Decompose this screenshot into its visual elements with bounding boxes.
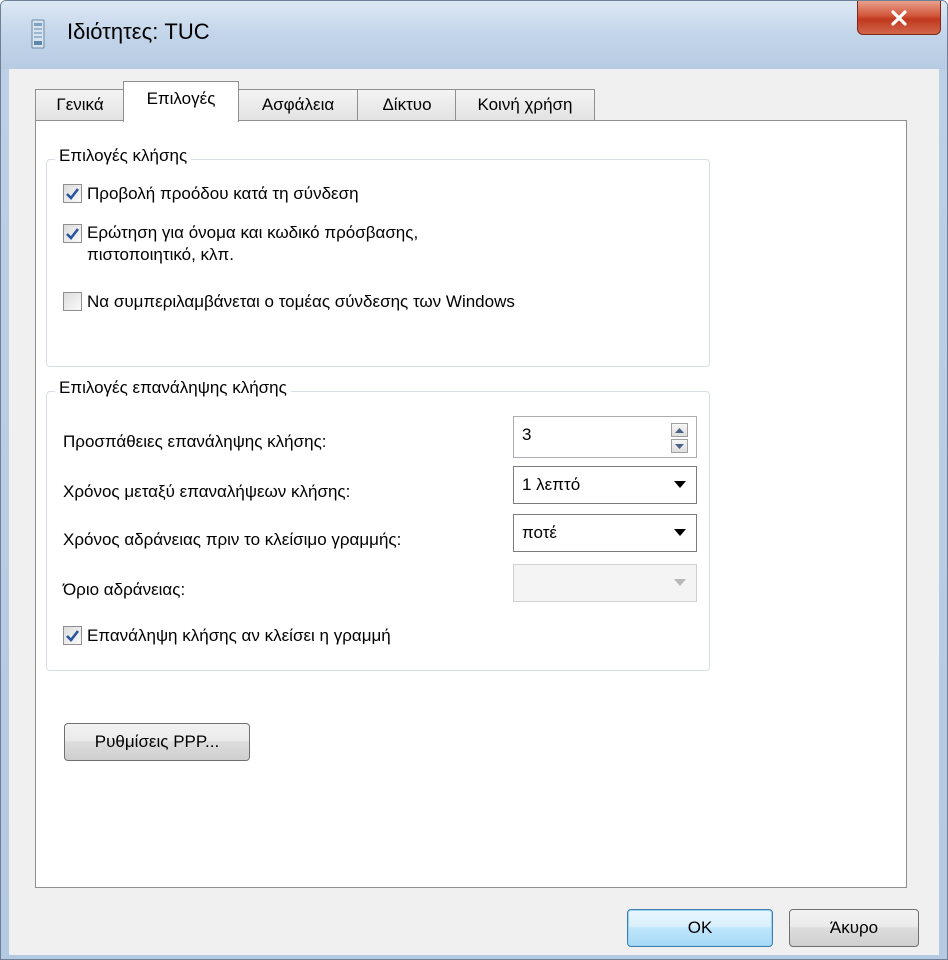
phone-connection-icon	[31, 19, 45, 49]
close-button[interactable]	[857, 1, 941, 35]
dialing-options-group: Επιλογές κλήσης Προβολή προόδου κατά τη …	[46, 146, 710, 367]
spinner-buttons	[671, 423, 688, 453]
idle-before-hangup-label: Χρόνος αδράνειας πριν το κλείσιμο γραμμή…	[63, 530, 402, 549]
redial-if-dropped-checkbox[interactable]	[63, 626, 82, 645]
tab-general[interactable]: Γενικά	[35, 89, 125, 121]
spinner-down-button[interactable]	[671, 439, 688, 453]
spinner-up-button[interactable]	[671, 423, 688, 437]
idle-threshold-label: Όριο αδράνειας:	[63, 580, 186, 599]
include-domain-row[interactable]: Να συμπεριλαμβάνεται ο τομέας σύνδεσης τ…	[63, 292, 515, 311]
include-domain-label: Να συμπεριλαμβάνεται ο τομέας σύνδεσης τ…	[87, 292, 515, 311]
show-progress-row[interactable]: Προβολή προόδου κατά τη σύνδεση	[63, 184, 359, 203]
show-progress-checkbox[interactable]	[63, 184, 82, 203]
tab-networking[interactable]: Δίκτυο	[357, 89, 457, 121]
ppp-settings-button[interactable]: Ρυθμίσεις PPP...	[64, 723, 250, 761]
chevron-down-icon	[674, 481, 686, 488]
redial-if-dropped-label: Επανάληψη κλήσης αν κλείσει η γραμμή	[87, 626, 391, 645]
checkmark-icon	[66, 630, 80, 642]
show-progress-label: Προβολή προόδου κατά τη σύνδεση	[87, 184, 359, 203]
redial-attempts-spinner[interactable]: 3	[513, 416, 697, 458]
chevron-down-icon	[674, 529, 686, 536]
idle-before-hangup-select[interactable]: ποτέ	[513, 514, 697, 552]
prompt-credentials-row[interactable]: Ερώτηση για όνομα και κωδικό πρόσβασης, …	[63, 223, 419, 266]
redial-options-legend: Επιλογές επανάληψης κλήσης	[55, 378, 291, 398]
prompt-credentials-label: Ερώτηση για όνομα και κωδικό πρόσβασης, …	[87, 223, 419, 264]
tab-options[interactable]: Επιλογές	[123, 81, 239, 122]
tab-sharing[interactable]: Κοινή χρήση	[455, 89, 595, 121]
tab-security[interactable]: Ασφάλεια	[237, 89, 359, 121]
chevron-down-icon	[674, 579, 686, 586]
time-between-select[interactable]: 1 λεπτό	[513, 466, 697, 504]
ok-button[interactable]: OK	[627, 909, 773, 947]
dialing-options-legend: Επιλογές κλήσης	[55, 146, 192, 166]
redial-options-group: Επιλογές επανάληψης κλήσης Προσπάθειες ε…	[46, 378, 710, 671]
idle-threshold-select[interactable]	[513, 564, 697, 602]
redial-if-dropped-row[interactable]: Επανάληψη κλήσης αν κλείσει η γραμμή	[63, 626, 391, 645]
dialog-client-area: Γενικά Επιλογές Ασφάλεια Δίκτυο Κοινή χρ…	[9, 69, 939, 955]
chevron-down-icon	[675, 443, 684, 449]
properties-dialog: Ιδιότητες: TUC Γενικά Επιλογές Ασφάλεια …	[0, 0, 948, 960]
time-between-value: 1 λεπτό	[522, 475, 581, 494]
close-icon	[891, 9, 907, 26]
prompt-credentials-checkbox[interactable]	[63, 224, 82, 243]
checkmark-icon	[66, 188, 80, 200]
time-between-label: Χρόνος μεταξύ επαναλήψεων κλήσης:	[63, 482, 351, 501]
redial-attempts-value: 3	[522, 425, 532, 444]
checkmark-icon	[66, 228, 80, 240]
idle-before-hangup-value: ποτέ	[522, 523, 557, 542]
window-title: Ιδιότητες: TUC	[67, 19, 210, 44]
redial-attempts-label: Προσπάθειες επανάληψης κλήσης:	[63, 432, 327, 451]
cancel-button[interactable]: Άκυρο	[789, 909, 919, 947]
chevron-up-icon	[675, 427, 684, 433]
include-domain-checkbox[interactable]	[63, 292, 82, 311]
title-bar[interactable]: Ιδιότητες: TUC	[1, 1, 947, 69]
options-tab-panel: Επιλογές κλήσης Προβολή προόδου κατά τη …	[35, 120, 907, 888]
